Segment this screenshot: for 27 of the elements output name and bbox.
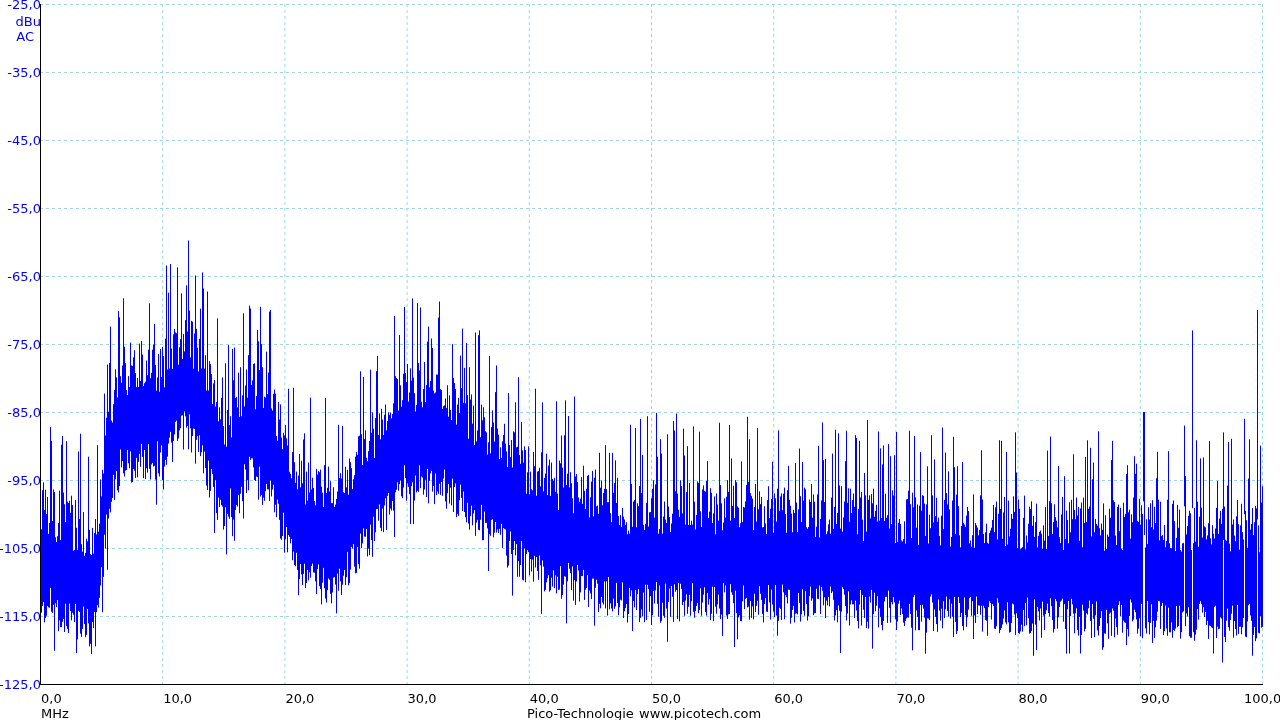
y-tick-label: -95,0 — [7, 473, 41, 488]
x-tick-label: 30,0 — [407, 691, 437, 706]
x-unit-label: MHz — [41, 706, 69, 720]
y-tick-label: -105,0 — [0, 541, 41, 556]
x-tick-label: 70,0 — [896, 691, 926, 706]
x-tick-label: 90,0 — [1140, 691, 1170, 706]
y-tick-label: -35,0 — [7, 65, 41, 80]
y-tick-label: -115,0 — [0, 609, 41, 624]
y-tick-label: -45,0 — [7, 133, 41, 148]
x-tick-label: 100,0 — [1244, 691, 1280, 706]
y-tick-label: -65,0 — [7, 269, 41, 284]
y-unit-label: dBu — [15, 14, 41, 29]
x-tick-label: 60,0 — [774, 691, 804, 706]
x-tick-label: 80,0 — [1018, 691, 1048, 706]
y-tick-label: -55,0 — [7, 201, 41, 216]
y-tick-label: -85,0 — [7, 405, 41, 420]
coupling-label: AC — [16, 29, 34, 44]
x-tick-label: 0,0 — [41, 691, 62, 706]
y-tick-label: -25,0 — [7, 0, 41, 12]
x-tick-label: 10,0 — [163, 691, 193, 706]
company-label: Pico-Technologie — [527, 706, 634, 720]
x-tick-label: 20,0 — [285, 691, 315, 706]
y-tick-label: -75,0 — [7, 337, 41, 352]
website-label: www.picotech.com — [639, 706, 762, 720]
x-tick-label: 40,0 — [529, 691, 559, 706]
x-tick-label: 50,0 — [652, 691, 681, 706]
y-tick-label: -125,0 — [0, 677, 41, 692]
